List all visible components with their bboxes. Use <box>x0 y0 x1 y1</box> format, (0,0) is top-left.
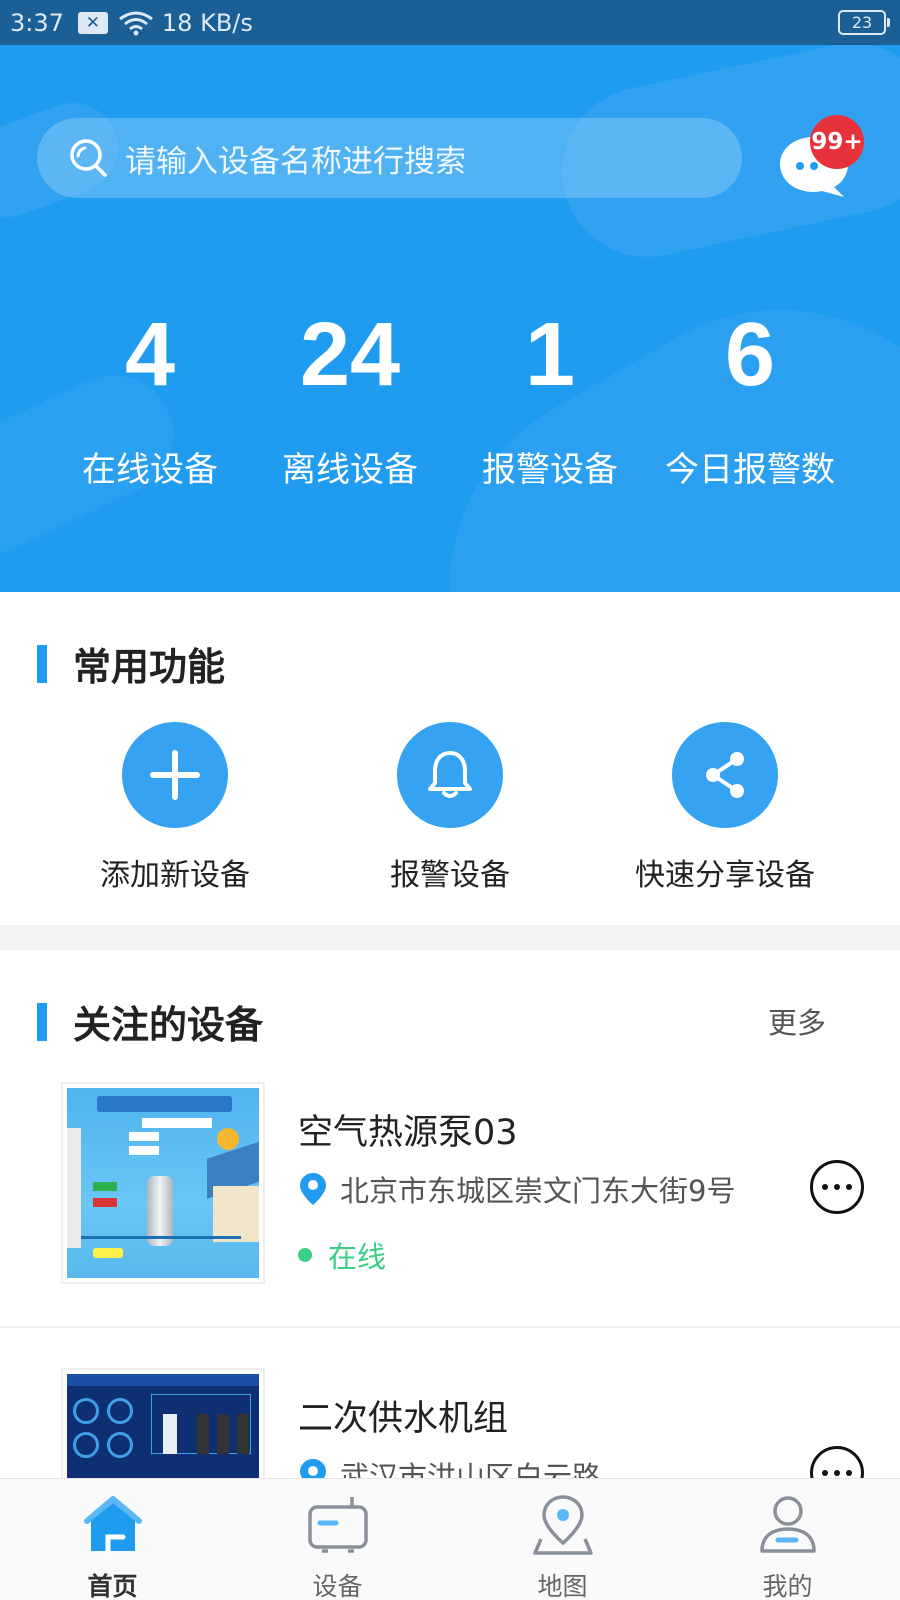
stat-alarm-devices[interactable]: 1 报警设备 <box>450 300 650 491</box>
network-speed: 18 KB/s <box>161 8 253 37</box>
profile-icon <box>759 1496 816 1553</box>
section-accent-bar <box>37 1002 47 1041</box>
device-name: 空气热源泵03 <box>298 1113 518 1153</box>
stat-today-alarms[interactable]: 6 今日报警数 <box>650 300 850 491</box>
function-label: 添加新设备 <box>100 858 250 893</box>
more-options-button[interactable] <box>810 1446 864 1480</box>
section-title: 关注的设备 <box>73 1003 264 1047</box>
search-icon <box>70 139 107 177</box>
bell-icon <box>428 751 472 798</box>
search-input[interactable]: 请输入设备名称进行搜索 <box>37 118 742 198</box>
stat-value: 1 <box>524 305 576 405</box>
tab-label: 我的 <box>762 1572 813 1600</box>
device-address-text: 武汉市洪山区白云路 <box>340 1460 602 1480</box>
tab-label: 地图 <box>537 1572 588 1600</box>
section-accent-bar <box>37 644 47 683</box>
device-item[interactable]: 二次供水机组 武汉市洪山区白云路 <box>0 1368 900 1480</box>
device-thumbnail <box>61 1368 265 1480</box>
notification-x-icon: ✕ <box>77 11 108 34</box>
stat-label: 在线设备 <box>82 450 218 490</box>
device-icon <box>307 1497 368 1553</box>
ellipsis-dot <box>834 1184 840 1190</box>
stat-value: 6 <box>724 305 776 405</box>
bell-icon-circle <box>397 722 503 828</box>
tab-profile[interactable]: 我的 <box>675 1479 900 1600</box>
ellipsis-dot <box>834 1470 840 1476</box>
plus-icon <box>150 750 200 800</box>
status-time: 3:37 <box>10 8 64 37</box>
more-options-button[interactable] <box>810 1160 864 1214</box>
stat-online[interactable]: 4 在线设备 <box>50 300 250 491</box>
tab-home[interactable]: 首页 <box>0 1479 225 1600</box>
online-dot-icon <box>298 1248 312 1262</box>
location-pin-icon <box>300 1459 326 1480</box>
tab-label: 首页 <box>87 1572 138 1600</box>
section-title: 常用功能 <box>73 645 226 689</box>
device-address-text: 北京市东城区崇文门东大街9号 <box>340 1174 736 1208</box>
stat-value: 4 <box>124 305 176 405</box>
tab-map[interactable]: 地图 <box>450 1479 675 1600</box>
dashboard-header: 请输入设备名称进行搜索 99+ 4 在线设备 24 离线设备 1 报警设备 6 … <box>0 45 900 592</box>
wifi-icon <box>119 11 153 35</box>
share-device-button[interactable]: 快速分享设备 <box>625 722 825 894</box>
stat-value: 24 <box>299 305 401 405</box>
messages-button[interactable]: 99+ <box>776 115 864 199</box>
device-thumbnail <box>61 1082 265 1284</box>
ellipsis-dot <box>846 1470 852 1476</box>
map-icon <box>532 1495 593 1555</box>
stats-row: 4 在线设备 24 离线设备 1 报警设备 6 今日报警数 <box>0 300 900 491</box>
device-status: 在线 <box>298 1234 386 1276</box>
message-count-badge: 99+ <box>810 115 864 169</box>
ellipsis-dot <box>822 1184 828 1190</box>
ellipsis-dot <box>846 1184 852 1190</box>
plus-icon-circle <box>122 722 228 828</box>
list-divider <box>0 1326 900 1328</box>
section-header: 关注的设备 <box>37 994 263 1049</box>
stat-label: 今日报警数 <box>665 450 835 490</box>
home-icon <box>83 1496 142 1554</box>
tab-devices[interactable]: 设备 <box>225 1479 450 1600</box>
more-link[interactable]: 更多 <box>768 1000 826 1042</box>
stat-label: 离线设备 <box>282 450 418 490</box>
bottom-tab-bar: 首页 设备 地图 我的 <box>0 1478 900 1600</box>
share-icon <box>706 752 744 798</box>
device-name: 二次供水机组 <box>298 1399 509 1439</box>
stat-label: 报警设备 <box>482 450 618 490</box>
search-placeholder: 请输入设备名称进行搜索 <box>125 143 466 180</box>
followed-devices-section: 关注的设备 更多 空气热源泵03 北京市东城区崇文门东大街9号 在线 二次供水机… <box>0 950 900 1480</box>
add-device-button[interactable]: 添加新设备 <box>75 722 275 894</box>
common-functions-section: 常用功能 添加新设备 报警设备 快速分享设备 <box>0 592 900 925</box>
device-status-text: 在线 <box>328 1240 387 1274</box>
function-label: 报警设备 <box>390 858 510 893</box>
status-bar: 3:37 ✕ 18 KB/s 23 <box>0 0 900 45</box>
device-address: 武汉市洪山区白云路 <box>298 1454 601 1480</box>
device-address: 北京市东城区崇文门东大街9号 <box>298 1168 735 1210</box>
alarm-devices-button[interactable]: 报警设备 <box>350 722 550 894</box>
ellipsis-dot <box>822 1470 828 1476</box>
location-pin-icon <box>300 1173 326 1205</box>
stat-offline[interactable]: 24 离线设备 <box>250 300 450 491</box>
tab-label: 设备 <box>312 1572 363 1600</box>
share-icon-circle <box>672 722 778 828</box>
function-label: 快速分享设备 <box>635 858 815 893</box>
section-header: 常用功能 <box>37 636 225 691</box>
battery-icon: 23 <box>838 10 890 35</box>
